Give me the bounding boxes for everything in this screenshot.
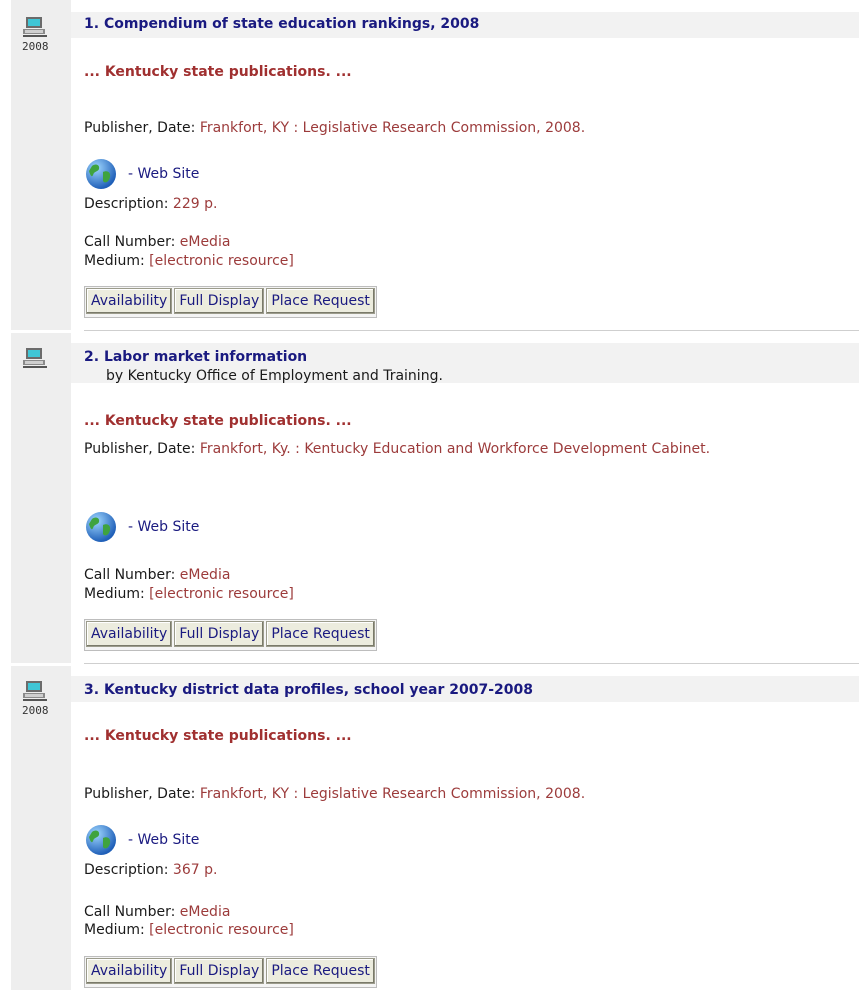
medium-label: Medium: <box>84 586 150 602</box>
description-line: Description: 367 p. <box>84 862 217 878</box>
result-title[interactable]: 3. Kentucky district data profiles, scho… <box>84 682 533 698</box>
action-buttons: Availability Full Display Place Request <box>84 286 377 318</box>
full-display-button[interactable]: Full Display <box>174 288 265 314</box>
year-label: 2008 <box>22 40 49 53</box>
place-request-button[interactable]: Place Request <box>266 958 375 984</box>
computer-icon <box>22 680 48 702</box>
medium-line: Medium: [electronic resource] <box>84 253 294 269</box>
result-record-1: 2008 1. Compendium of state education ra… <box>0 0 859 330</box>
publisher-line: Publisher, Date: Frankfort, KY : Legisla… <box>84 786 585 802</box>
publisher-line: Publisher, Date: Frankfort, Ky. : Kentuc… <box>84 441 710 457</box>
availability-button[interactable]: Availability <box>86 288 173 314</box>
result-number: 2. <box>84 349 100 365</box>
call-number-label: Call Number: <box>84 904 180 920</box>
description-label: Description: <box>84 862 173 878</box>
result-number: 1. <box>84 16 100 32</box>
result-record-2: 2. Labor market information by Kentucky … <box>0 333 859 663</box>
divider <box>84 663 859 664</box>
medium-line: Medium: [electronic resource] <box>84 586 294 602</box>
place-request-button[interactable]: Place Request <box>266 621 375 647</box>
globe-icon[interactable] <box>84 823 118 857</box>
publisher-label: Publisher, Date: <box>84 120 200 136</box>
call-number-value: eMedia <box>179 904 231 920</box>
medium-value: [electronic resource] <box>149 922 294 938</box>
snippet-tail: . ... <box>325 728 352 744</box>
result-title[interactable]: 1. Compendium of state education ranking… <box>84 16 479 32</box>
call-number-line: Call Number: eMedia <box>84 234 230 250</box>
snippet: ... Kentucky state publications. ... <box>84 64 352 80</box>
call-number-label: Call Number: <box>84 234 180 250</box>
medium-line: Medium: [electronic resource] <box>84 922 294 938</box>
publisher-label: Publisher, Date: <box>84 441 200 457</box>
publisher-value: Frankfort, Ky. : Kentucky Education and … <box>199 441 711 457</box>
record-gutter <box>11 333 71 663</box>
call-number-value: eMedia <box>179 234 231 250</box>
call-number-line: Call Number: eMedia <box>84 567 230 583</box>
website-link[interactable]: - Web Site <box>128 832 199 848</box>
year-label: 2008 <box>22 704 49 717</box>
publisher-value: Frankfort, KY : Legislative Research Com… <box>199 786 586 802</box>
snippet-highlight: ... Kentucky state publications <box>84 728 326 744</box>
medium-label: Medium: <box>84 253 150 269</box>
action-buttons: Availability Full Display Place Request <box>84 956 377 988</box>
result-number: 3. <box>84 682 100 698</box>
website-link[interactable]: - Web Site <box>128 166 199 182</box>
place-request-button[interactable]: Place Request <box>266 288 375 314</box>
website-link[interactable]: - Web Site <box>128 519 199 535</box>
action-buttons: Availability Full Display Place Request <box>84 619 377 651</box>
snippet: ... Kentucky state publications. ... <box>84 728 352 744</box>
call-number-line: Call Number: eMedia <box>84 904 230 920</box>
publisher-label: Publisher, Date: <box>84 786 200 802</box>
description-label: Description: <box>84 196 173 212</box>
author-byline: by Kentucky Office of Employment and Tra… <box>106 368 443 384</box>
description-line: Description: 229 p. <box>84 196 217 212</box>
globe-icon[interactable] <box>84 510 118 544</box>
globe-icon[interactable] <box>84 157 118 191</box>
result-title-link[interactable]: Compendium of state education rankings, … <box>104 16 479 32</box>
snippet-highlight: ... Kentucky state publications <box>84 413 326 429</box>
medium-value: [electronic resource] <box>149 253 294 269</box>
snippet-tail: . ... <box>325 413 352 429</box>
full-display-button[interactable]: Full Display <box>174 621 265 647</box>
result-title-link[interactable]: Labor market information <box>104 349 307 365</box>
call-number-value: eMedia <box>179 567 231 583</box>
result-title[interactable]: 2. Labor market information <box>84 349 307 365</box>
publisher-line: Publisher, Date: Frankfort, KY : Legisla… <box>84 120 585 136</box>
snippet-highlight: ... Kentucky state publications <box>84 64 326 80</box>
availability-button[interactable]: Availability <box>86 958 173 984</box>
publisher-value: Frankfort, KY : Legislative Research Com… <box>199 120 586 136</box>
availability-button[interactable]: Availability <box>86 621 173 647</box>
computer-icon <box>22 16 48 38</box>
medium-label: Medium: <box>84 922 150 938</box>
snippet-tail: . ... <box>325 64 352 80</box>
snippet: ... Kentucky state publications. ... <box>84 413 352 429</box>
divider <box>84 330 859 331</box>
computer-icon <box>22 347 48 369</box>
description-value: 229 p. <box>172 196 218 212</box>
call-number-label: Call Number: <box>84 567 180 583</box>
result-record-3: 2008 3. Kentucky district data profiles,… <box>0 666 859 990</box>
result-title-link[interactable]: Kentucky district data profiles, school … <box>104 682 533 698</box>
medium-value: [electronic resource] <box>149 586 294 602</box>
description-value: 367 p. <box>172 862 218 878</box>
full-display-button[interactable]: Full Display <box>174 958 265 984</box>
